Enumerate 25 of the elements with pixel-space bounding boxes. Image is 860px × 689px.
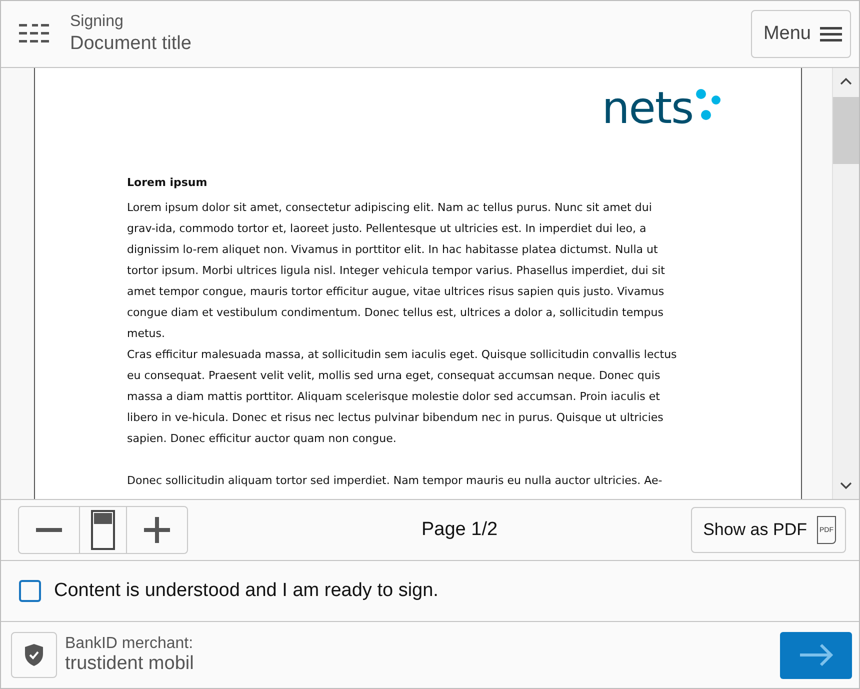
scrollbar-thumb[interactable] [833,97,859,164]
document-paragraph: Cras efficitur malesuada massa, at sollicitudin sem iaculis eget. Quisque sollicitudin convallis lectus eu consequat. Praesent velit velit, mollis sed urna eget, consequat accumsan neque. Donec quis massa a diam mattis porttitor. Aliquam scelerisque molestie dolor sed accumsan. Proin iaculis et libero in ve-hicula. Donec et risus nec lectus pulvinar bibendum nec in purus. Quisque ut ultricies sapien. Donec efficitur auctor quam non congue. [127,347,678,447]
page-indicator: Page 1/2 [420,519,499,541]
arrow-right-icon [798,643,834,667]
document-paragraph: Lorem ipsum dolor sit amet, consectetur adipiscing elit. Nam ac tellus purus. Nunc sit amet dui grav-ida, commodo tortor et, laoreet justo. Pellentesque ut ultricies est. In imperdiet dui leo, a dignissim lo-rem aliquet non. Vivamus in porttitor elit. In hac habitasse platea dictumst. Nulla ut tortor ipsum. Morbi ultrices ligula nisl. Integer vehicula tempor varius. Phasellus imperdiet, dui sit amet tempor congue, mauris tortor efficitur augue, vitae ultrices risus sapien quis justo. Vivamus congue diam et vestibulum condimentum. Donec tellus est, ultrices a dolor a, sollicitudin tempus metus. [127,200,666,342]
minus-icon [36,528,62,532]
scroll-up-icon[interactable] [840,77,852,85]
shield-check-icon [11,632,57,678]
menu-button[interactable]: Menu [751,10,851,58]
scroll-down-icon[interactable] [840,482,852,490]
scrollbar[interactable] [832,68,859,499]
merchant-name: trustident mobil [65,653,195,675]
document-heading: Lorem ipsum [127,176,208,189]
confirm-label: Content is understood and I am ready to sign. [54,580,438,602]
logo: nets [602,86,693,132]
merchant-label: BankID merchant: [65,635,194,653]
header-subtitle: Signing [70,12,124,32]
confirm-checkbox[interactable] [19,580,41,602]
document-list-icon [19,24,49,44]
document-paragraph: Donec sollicitudin aliquam tortor sed imperdiet. Nam tempor mauris eu nulla auctor ultricies. Ae- [127,473,664,489]
page-icon [91,510,115,550]
fit-page-button[interactable] [79,507,127,553]
menu-icon [820,26,842,42]
plus-icon [144,517,170,543]
document-title: Document title [70,32,192,56]
